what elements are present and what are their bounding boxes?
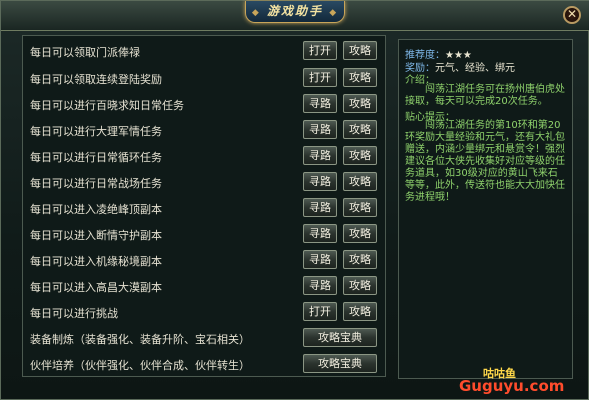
window-title-plate: ◆ 游戏助手 ◆ <box>245 1 345 23</box>
task-list-panel: 每日可以领取门派俸禄 打开 攻略 每日可以领取连续登陆奖励 打开 攻略 每日可以… <box>22 35 386 377</box>
guide-row: 伙伴培养（伙伴强化、伙伴合成、伙伴转生） 攻略宝典 <box>23 352 385 376</box>
pathfind-button[interactable]: 寻路 <box>303 146 337 165</box>
task-label: 每日可以进入凌绝峰顶副本 <box>30 203 162 216</box>
task-row: 每日可以进行日常循环任务 寻路 攻略 <box>23 144 385 168</box>
title-ornament-right-icon: ◆ <box>329 8 339 18</box>
close-button[interactable]: ✕ <box>563 6 581 24</box>
task-label: 每日可以进行挑战 <box>30 307 118 320</box>
task-row: 每日可以进入凌绝峰顶副本 寻路 攻略 <box>23 196 385 220</box>
reward-value: 元气、经验、绑元 <box>435 63 515 74</box>
open-button[interactable]: 打开 <box>303 68 337 87</box>
guide-button[interactable]: 攻略 <box>343 172 377 191</box>
guide-button[interactable]: 攻略 <box>343 146 377 165</box>
window-title: 游戏助手 <box>266 4 323 18</box>
pathfind-button[interactable]: 寻路 <box>303 120 337 139</box>
pathfind-button[interactable]: 寻路 <box>303 276 337 295</box>
task-label: 每日可以领取连续登陆奖励 <box>30 73 162 86</box>
task-row: 每日可以进入高昌大漠副本 寻路 攻略 <box>23 274 385 298</box>
task-label: 每日可以进行百晓求知日常任务 <box>30 99 184 112</box>
task-row: 每日可以进行大理军情任务 寻路 攻略 <box>23 118 385 142</box>
guide-book-button[interactable]: 攻略宝典 <box>303 328 377 347</box>
watermark-en: Guguyu.com <box>459 377 565 395</box>
tips-text: 闯荡江湖任务的第10环和第20环奖励大量经验和元气，还有大礼包赠送，内涵少量绑元… <box>405 120 565 203</box>
task-row: 每日可以进行日常战场任务 寻路 攻略 <box>23 170 385 194</box>
guide-row: 装备制炼（装备强化、装备升阶、宝石相关） 攻略宝典 <box>23 326 385 350</box>
pathfind-button[interactable]: 寻路 <box>303 94 337 113</box>
task-label: 每日可以进行日常循环任务 <box>30 151 162 164</box>
task-row: 每日可以进入断情守护副本 寻路 攻略 <box>23 222 385 246</box>
task-label: 每日可以进入机缘秘境副本 <box>30 255 162 268</box>
site-watermark: 咕咕鱼 Guguyu.com <box>459 367 587 395</box>
task-label: 每日可以进入断情守护副本 <box>30 229 162 242</box>
title-bar: ◆ 游戏助手 ◆ ✕ <box>1 1 589 31</box>
task-row: 每日可以领取连续登陆奖励 打开 攻略 <box>23 66 385 90</box>
guide-label: 装备制炼（装备强化、装备升阶、宝石相关） <box>30 333 250 346</box>
task-row: 每日可以进入机缘秘境副本 寻路 攻略 <box>23 248 385 272</box>
game-assistant-window: ◆ 游戏助手 ◆ ✕ 每日可以领取门派俸禄 打开 攻略 每日可以领取连续登陆奖励… <box>0 0 589 400</box>
guide-button[interactable]: 攻略 <box>343 302 377 321</box>
guide-button[interactable]: 攻略 <box>343 250 377 269</box>
task-label: 每日可以进入高昌大漠副本 <box>30 281 162 294</box>
detail-panel: 推荐度：★★★ 奖励：元气、经验、绑元 介绍： 闯荡江湖任务可在扬州唐伯虎处接取… <box>398 39 573 379</box>
task-label: 每日可以进行大理军情任务 <box>30 125 162 138</box>
guide-book-button[interactable]: 攻略宝典 <box>303 354 377 373</box>
intro-text: 闯荡江湖任务可在扬州唐伯虎处接取，每天可以完成20次任务。 <box>405 84 565 107</box>
pathfind-button[interactable]: 寻路 <box>303 250 337 269</box>
guide-button[interactable]: 攻略 <box>343 224 377 243</box>
guide-button[interactable]: 攻略 <box>343 94 377 113</box>
open-button[interactable]: 打开 <box>303 41 337 60</box>
pathfind-button[interactable]: 寻路 <box>303 172 337 191</box>
guide-label: 伙伴培养（伙伴强化、伙伴合成、伙伴转生） <box>30 359 250 372</box>
task-row: 每日可以进行挑战 打开 攻略 <box>23 300 385 324</box>
pathfind-button[interactable]: 寻路 <box>303 198 337 217</box>
guide-button[interactable]: 攻略 <box>343 120 377 139</box>
task-row: 每日可以领取门派俸禄 打开 攻略 <box>23 39 385 63</box>
pathfind-button[interactable]: 寻路 <box>303 224 337 243</box>
guide-button[interactable]: 攻略 <box>343 68 377 87</box>
guide-button[interactable]: 攻略 <box>343 198 377 217</box>
guide-button[interactable]: 攻略 <box>343 276 377 295</box>
open-button[interactable]: 打开 <box>303 302 337 321</box>
title-ornament-left-icon: ◆ <box>251 8 261 18</box>
task-label: 每日可以领取门派俸禄 <box>30 46 140 59</box>
task-row: 每日可以进行百晓求知日常任务 寻路 攻略 <box>23 92 385 116</box>
guide-button[interactable]: 攻略 <box>343 41 377 60</box>
task-label: 每日可以进行日常战场任务 <box>30 177 162 190</box>
